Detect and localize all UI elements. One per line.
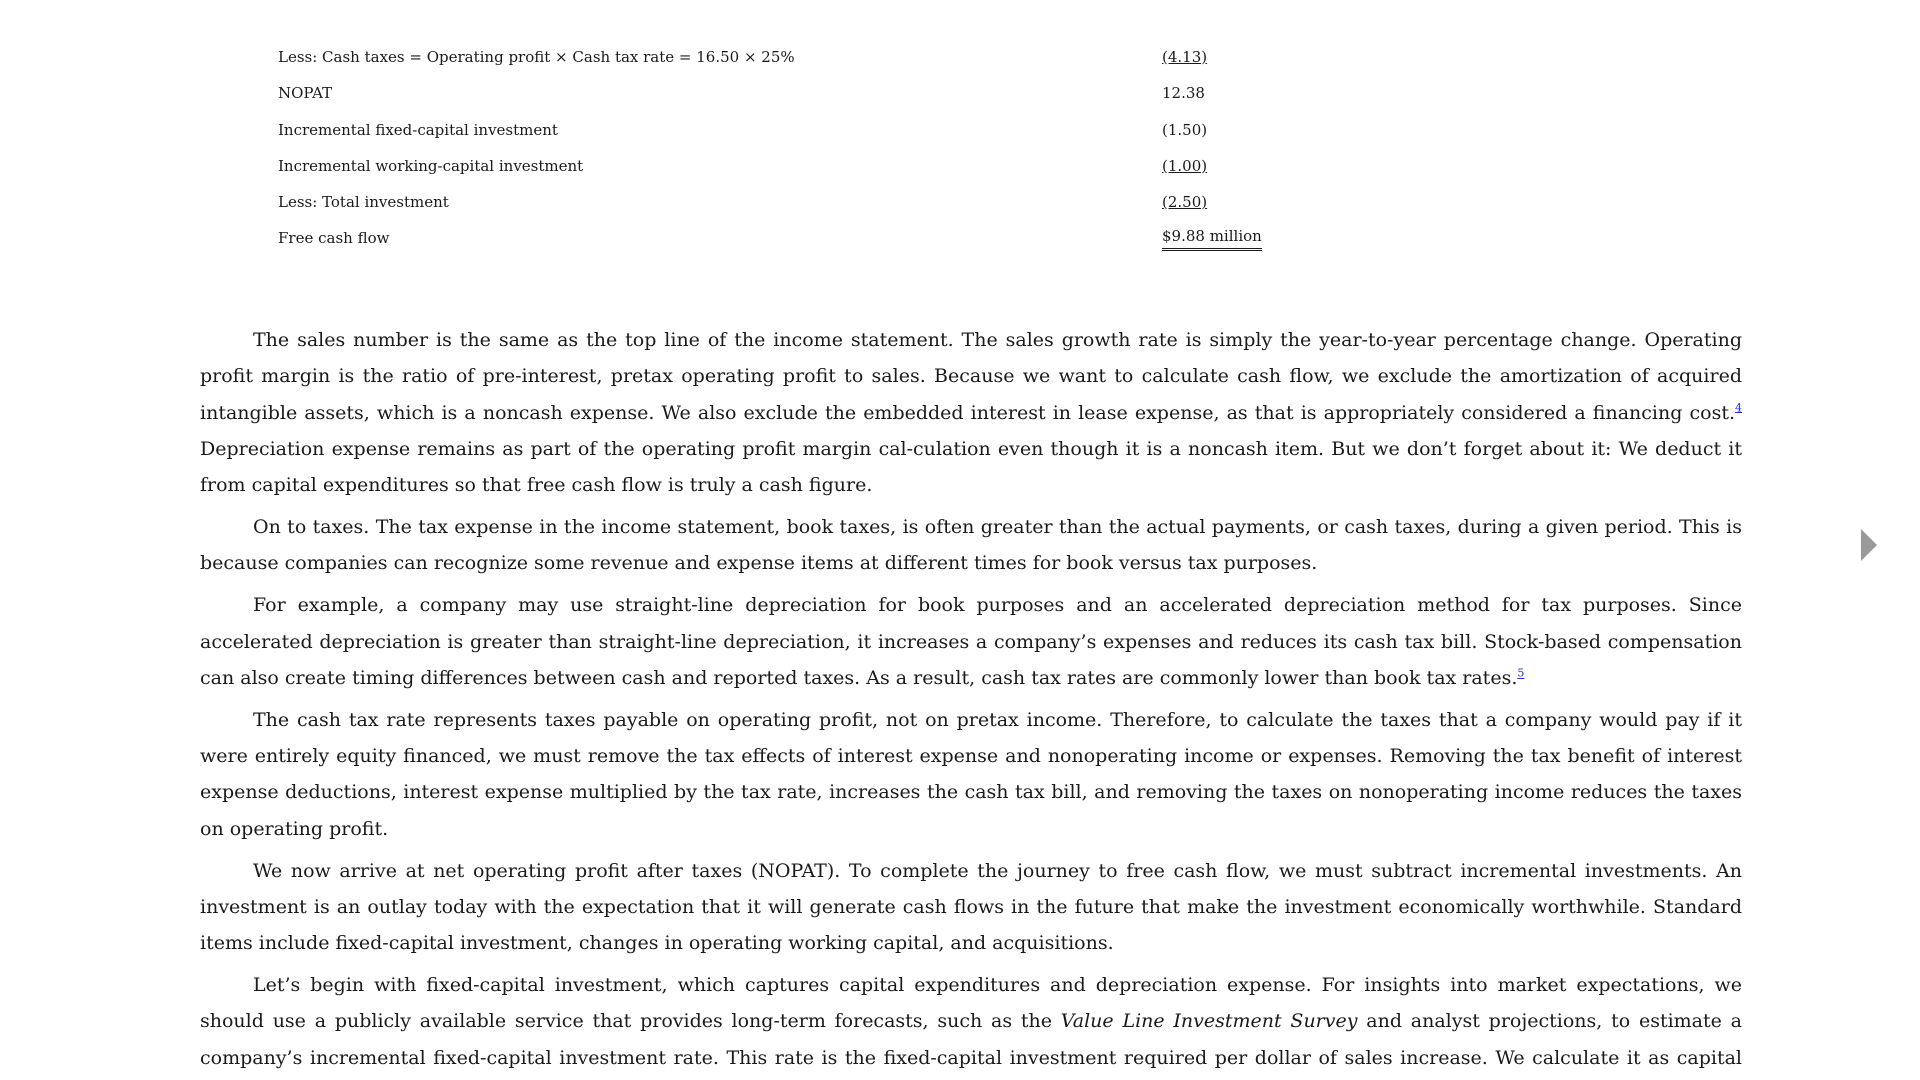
row-label: Less: Total investment — [278, 193, 449, 212]
paragraph-text: For example, a company may use straight-… — [200, 594, 1742, 689]
paragraph: On to taxes. The tax expense in the inco… — [200, 509, 1742, 582]
row-label: NOPAT — [278, 84, 333, 103]
free-cash-flow-table: Less: Cash taxes = Operating profit × Ca… — [278, 44, 1278, 262]
row-value: (1.00) — [1162, 156, 1208, 175]
paragraph: For example, a company may use straight-… — [200, 587, 1742, 696]
paragraph-text: The sales number is the same as the top … — [200, 329, 1742, 424]
table-row: Incremental fixed-capital investment (1.… — [278, 117, 1278, 153]
row-value: (2.50) — [1162, 193, 1208, 212]
paragraph-text: We now arrive at net operating profit af… — [200, 859, 1742, 955]
paragraph-text: The cash tax rate represents taxes payab… — [200, 708, 1742, 840]
row-label: Free cash flow — [278, 229, 390, 248]
row-label: Incremental fixed-capital investment — [278, 120, 558, 139]
book-title: Value Line Investment Survey — [1060, 1010, 1358, 1033]
body-text: The sales number is the same as the top … — [200, 322, 1742, 1080]
row-label: Incremental working-capital investment — [278, 156, 584, 175]
footnote-link-4[interactable]: 4 — [1735, 401, 1742, 414]
table-row: Free cash flow $9.88 million — [278, 225, 1278, 261]
row-value: 12.38 — [1162, 84, 1205, 103]
table-row: NOPAT 12.38 — [278, 80, 1278, 116]
row-value: (1.50) — [1162, 120, 1208, 139]
paragraph: We now arrive at net operating profit af… — [200, 853, 1742, 962]
table-row: Less: Cash taxes = Operating profit × Ca… — [278, 44, 1278, 80]
row-value: (4.13) — [1162, 48, 1208, 66]
paragraph-text: On to taxes. The tax expense in the inco… — [200, 516, 1742, 575]
row-value-total: $9.88 million — [1162, 225, 1262, 252]
footnote-link-5[interactable]: 5 — [1517, 667, 1524, 680]
triangle-right-icon[interactable] — [1861, 529, 1877, 561]
paragraph: The sales number is the same as the top … — [200, 322, 1742, 503]
paragraph: Let’s begin with fixed-capital investmen… — [200, 967, 1742, 1080]
table-row: Incremental working-capital investment (… — [278, 153, 1278, 189]
paragraph: The cash tax rate represents taxes payab… — [200, 702, 1742, 847]
table-row: Less: Total investment (2.50) — [278, 189, 1278, 225]
paragraph-text: Depreciation expense remains as part of … — [200, 437, 1742, 497]
row-label: Less: Cash taxes = Operating profit × Ca… — [278, 48, 795, 66]
